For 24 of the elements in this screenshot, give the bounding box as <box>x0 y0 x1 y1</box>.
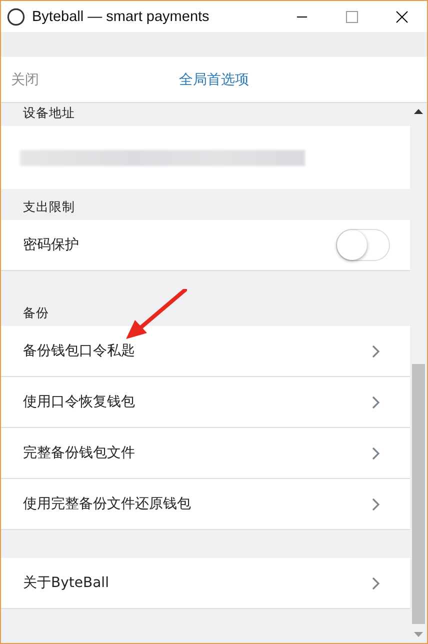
page-title: 全局首选项 <box>179 70 249 88</box>
section-label: 设备地址 <box>23 105 75 120</box>
scroll-up-icon[interactable] <box>414 109 423 114</box>
section-label: 备份 <box>23 305 49 320</box>
close-icon <box>396 10 408 22</box>
scroll-thumb[interactable] <box>412 364 425 624</box>
chevron-icon <box>372 396 380 408</box>
section-label: 支出限制 <box>23 199 75 214</box>
settings-row[interactable]: 关于ByteBall <box>1 558 410 609</box>
toggle-switch[interactable] <box>336 229 390 261</box>
chevron-icon <box>372 498 380 510</box>
app-icon <box>7 8 25 26</box>
scroll-down-icon[interactable] <box>414 632 423 637</box>
chevron-icon <box>372 576 380 590</box>
arrow-annotation <box>125 289 187 341</box>
chevron-icon <box>372 446 380 460</box>
window-title: Byteball — smart payments <box>32 8 210 24</box>
settings-row[interactable]: 备份钱包口令私匙 <box>1 326 410 377</box>
row-label: 密码保护 <box>23 236 79 254</box>
settings-row[interactable]: 完整备份钱包文件 <box>1 428 410 479</box>
settings-row[interactable]: 使用完整备份文件还原钱包 <box>1 479 410 530</box>
settings-row[interactable]: 使用口令恢复钱包 <box>1 377 410 428</box>
maximize-icon <box>346 10 358 22</box>
chevron-icon <box>372 344 380 358</box>
